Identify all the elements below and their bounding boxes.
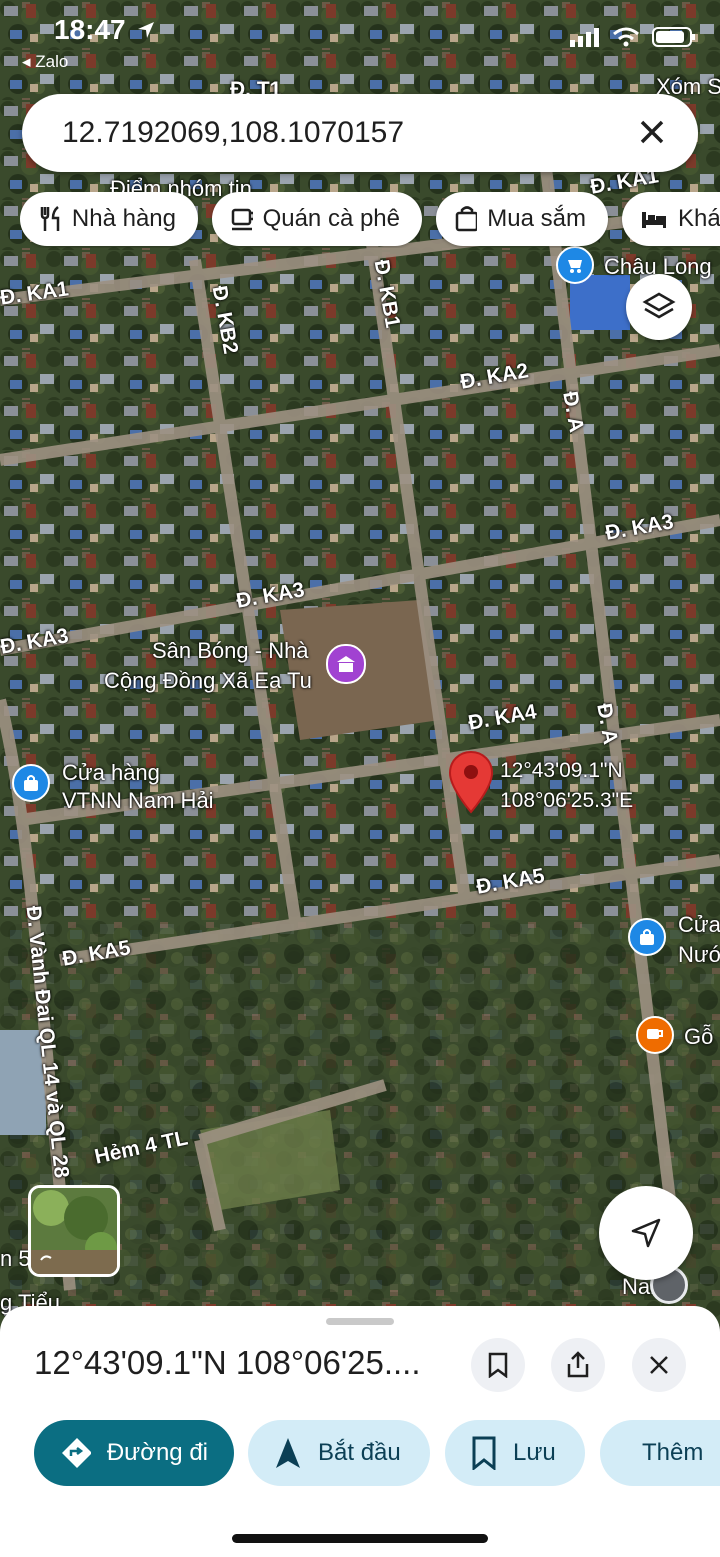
status-icons xyxy=(570,26,696,48)
more-button[interactable]: Thêm xyxy=(600,1420,720,1486)
chip-shopping[interactable]: Mua sắm xyxy=(436,192,608,246)
chip-label: Nhà hàng xyxy=(71,205,176,232)
coffee-icon xyxy=(231,208,253,231)
cafe-poi-icon[interactable] xyxy=(636,1016,674,1054)
start-label: Bắt đầu xyxy=(318,1439,401,1466)
shopping-bag-poi-icon[interactable] xyxy=(12,764,50,802)
shopping-bag-poi-icon[interactable] xyxy=(628,918,666,956)
save-action-button[interactable]: Lưu xyxy=(445,1420,585,1486)
layers-icon xyxy=(642,292,676,319)
place-label: Gỗ xyxy=(684,1024,714,1049)
chip-cafe[interactable]: Quán cà phê xyxy=(212,192,422,246)
location-arrow-icon xyxy=(138,22,154,38)
place-label: Nướ xyxy=(678,942,720,967)
place-sheet: 12°43'09.1"N 108°06'25.... Đường đi Bắt … xyxy=(0,1306,720,1557)
directions-button[interactable]: Đường đi xyxy=(34,1420,234,1486)
bookmark-icon xyxy=(488,1352,508,1378)
restaurant-icon xyxy=(40,206,60,231)
status-bar: 18:47 ◂ Zalo xyxy=(0,0,720,80)
chip-label: Mua sắm xyxy=(487,205,586,232)
store-poi-icon[interactable] xyxy=(556,246,594,284)
drag-handle[interactable] xyxy=(326,1318,394,1325)
save-label: Lưu xyxy=(513,1439,556,1466)
dropped-pin-icon[interactable] xyxy=(448,750,494,814)
chip-restaurants[interactable]: Nhà hàng xyxy=(20,192,198,246)
place-label: Cửa hàng xyxy=(62,760,160,785)
navigation-arrow-icon xyxy=(276,1438,300,1468)
bookmark-icon xyxy=(472,1436,496,1470)
search-query[interactable]: 12.7192069,108.1070157 xyxy=(62,116,404,150)
pin-coordinates: 12°43'09.1"N 108°06'25.3"E xyxy=(500,756,633,816)
close-icon xyxy=(650,1356,668,1374)
chip-label: Quán cà phê xyxy=(262,205,400,232)
directions-icon xyxy=(62,1438,91,1468)
status-time: 18:47 xyxy=(54,14,126,45)
directions-label: Đường đi xyxy=(106,1439,208,1466)
place-title: 12°43'09.1"N 108°06'25.... xyxy=(34,1344,421,1381)
pin-latitude: 12°43'09.1"N xyxy=(500,759,623,782)
my-location-button[interactable] xyxy=(599,1186,693,1280)
share-button[interactable] xyxy=(551,1338,605,1392)
battery-icon xyxy=(652,27,695,47)
cellular-signal-icon xyxy=(570,28,599,47)
place-label: Cộng Đồng Xã Ea Tu xyxy=(104,668,312,693)
close-icon[interactable] xyxy=(632,112,672,152)
home-indicator[interactable] xyxy=(232,1534,488,1543)
place-label: VTNN Nam Hải xyxy=(62,788,214,813)
street-view-thumbnail[interactable] xyxy=(28,1185,120,1277)
civic-building-poi-icon[interactable] xyxy=(326,644,366,684)
layers-button[interactable] xyxy=(626,274,692,340)
place-label: Sân Bóng - Nhà xyxy=(152,638,309,663)
start-button[interactable]: Bắt đầu xyxy=(248,1420,430,1486)
share-icon xyxy=(567,1351,589,1378)
chip-more[interactable]: Khác xyxy=(622,192,720,246)
category-chips: Nhà hàng Quán cà phê Mua sắm Khác xyxy=(20,192,720,248)
more-label: Thêm xyxy=(642,1439,704,1466)
pin-longitude: 108°06'25.3"E xyxy=(500,789,634,812)
place-label: Cửa xyxy=(678,912,720,937)
close-sheet-button[interactable] xyxy=(632,1338,686,1392)
bed-icon xyxy=(642,212,666,228)
save-button[interactable] xyxy=(471,1338,525,1392)
back-to-app[interactable]: ◂ Zalo xyxy=(22,52,68,72)
back-app-label: Zalo xyxy=(35,52,69,71)
chip-label: Khác xyxy=(678,205,720,232)
place-label: n 5 xyxy=(0,1246,31,1271)
wifi-icon xyxy=(613,27,639,47)
shopping-bag-icon xyxy=(455,206,478,232)
search-bar[interactable]: 12.7192069,108.1070157 xyxy=(22,94,698,172)
navigation-arrow-icon xyxy=(631,1218,661,1248)
